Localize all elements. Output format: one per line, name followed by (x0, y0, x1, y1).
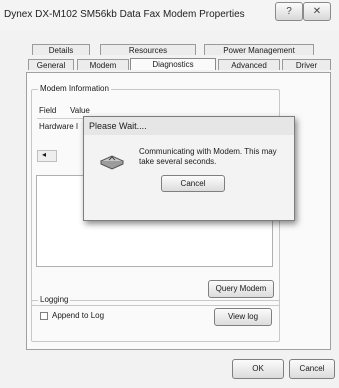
please-wait-dialog: Please Wait.... Communicating with Modem… (83, 116, 295, 221)
list-item[interactable]: Hardware I (39, 122, 78, 131)
window-title: Dynex DX-M102 SM56kb Data Fax Modem Prop… (4, 9, 245, 20)
tab-diagnostics[interactable]: Diagnostics (130, 58, 216, 70)
modem-information-label: Modem Information (38, 84, 111, 93)
dialog-cancel-button[interactable]: Cancel (161, 175, 225, 192)
tab-modem[interactable]: Modem (77, 59, 129, 70)
dialog-message: Communicating with Modem. This may take … (139, 147, 277, 166)
help-icon: ? (286, 6, 292, 17)
column-field-header[interactable]: Field (39, 106, 56, 115)
logging-label: Logging (38, 295, 71, 304)
append-to-log-checkbox[interactable] (40, 312, 48, 320)
close-icon: ✕ (312, 6, 322, 17)
tab-details[interactable]: Details (32, 44, 90, 55)
append-to-log-label: Append to Log (52, 311, 105, 320)
arrow-left-icon: ◂ (42, 150, 47, 159)
help-button[interactable]: ? (275, 2, 303, 21)
query-modem-button[interactable]: Query Modem (208, 280, 274, 298)
view-log-button[interactable]: View log (214, 308, 272, 326)
cancel-button[interactable]: Cancel (289, 359, 335, 379)
title-bar: Dynex DX-M102 SM56kb Data Fax Modem Prop… (0, 0, 339, 30)
logging-group: Logging Append to Log View log (31, 295, 280, 342)
tab-power-management[interactable]: Power Management (204, 44, 314, 55)
modem-icon (99, 155, 125, 170)
tab-advanced[interactable]: Advanced (218, 59, 280, 70)
tab-strip: Details Resources Power Management Gener… (0, 30, 339, 72)
dialog-title: Please Wait.... (89, 121, 147, 131)
close-button[interactable]: ✕ (303, 2, 331, 21)
tab-driver[interactable]: Driver (282, 59, 331, 70)
tab-general[interactable]: General (28, 59, 74, 70)
dialog-title-bar: Please Wait.... (84, 117, 294, 135)
tab-resources[interactable]: Resources (100, 44, 196, 55)
column-value-header[interactable]: Value (70, 106, 90, 115)
ok-button[interactable]: OK (232, 359, 284, 379)
scrollbar-left-button[interactable]: ◂ (37, 150, 57, 162)
